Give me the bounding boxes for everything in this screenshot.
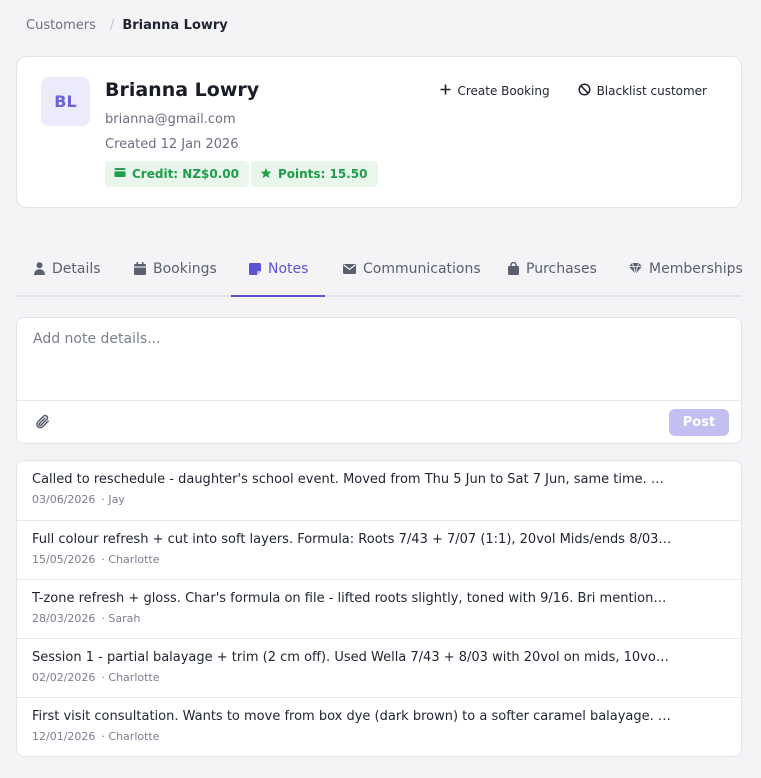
- note-text: Session 1 - partial balayage + trim (2 c…: [32, 650, 672, 665]
- note-author: · Charlotte: [101, 730, 160, 743]
- note-date: 12/01/2026: [32, 730, 96, 743]
- note-author: · Sarah: [101, 612, 141, 625]
- tab-memberships-label: Memberships: [649, 260, 743, 277]
- notes-list: Called to reschedule - daughter's school…: [16, 460, 742, 757]
- customer-profile-card: BL Brianna Lowry brianna@gmail.com Creat…: [16, 56, 742, 208]
- tab-notes-label: Notes: [268, 260, 309, 277]
- breadcrumb-customers-link[interactable]: Customers: [26, 18, 96, 33]
- note-text: Called to reschedule - daughter's school…: [32, 472, 672, 487]
- note-icon: [249, 262, 261, 275]
- blacklist-customer-button[interactable]: Blacklist customer: [578, 83, 707, 99]
- customer-email: brianna@gmail.com: [105, 112, 236, 127]
- list-item[interactable]: Session 1 - partial balayage + trim (2 c…: [17, 638, 741, 697]
- note-meta: 12/01/2026 · Charlotte: [32, 730, 726, 743]
- tab-details[interactable]: Details: [34, 240, 101, 297]
- note-date: 03/06/2026: [32, 493, 96, 506]
- note-meta: 15/05/2026 · Charlotte: [32, 553, 726, 566]
- customer-name: Brianna Lowry: [105, 79, 260, 101]
- note-date: 15/05/2026: [32, 553, 96, 566]
- list-item[interactable]: Called to reschedule - daughter's school…: [17, 461, 741, 520]
- ban-icon: [578, 83, 591, 99]
- list-item[interactable]: T-zone refresh + gloss. Char's formula o…: [17, 579, 741, 638]
- note-date: 28/03/2026: [32, 612, 96, 625]
- tab-bookings[interactable]: Bookings: [134, 240, 217, 297]
- note-editor: Post: [16, 317, 742, 444]
- avatar: BL: [41, 77, 90, 126]
- shopping-bag-icon: [508, 262, 519, 275]
- points-badge: Points: 15.50: [250, 161, 378, 187]
- breadcrumb: Customers / Brianna Lowry: [26, 18, 228, 33]
- user-icon: [34, 262, 45, 275]
- tab-details-label: Details: [52, 260, 101, 277]
- points-label: Points: 15.50: [277, 167, 368, 181]
- customer-created-date: Created 12 Jan 2026: [105, 137, 239, 152]
- diamond-icon: [629, 263, 642, 274]
- note-text: T-zone refresh + gloss. Char's formula o…: [32, 591, 672, 606]
- wallet-icon: [114, 167, 126, 181]
- note-date: 02/02/2026: [32, 671, 96, 684]
- list-item[interactable]: Full colour refresh + cut into soft laye…: [17, 520, 741, 579]
- paperclip-icon[interactable]: [35, 413, 51, 434]
- envelope-icon: [343, 263, 356, 274]
- tab-notes[interactable]: Notes: [249, 240, 308, 297]
- active-tab-indicator: [231, 295, 325, 297]
- customer-tabs: Details Bookings Notes Communications Pu…: [16, 240, 743, 297]
- note-meta: 28/03/2026 · Sarah: [32, 612, 726, 625]
- blacklist-label: Blacklist customer: [596, 84, 707, 98]
- star-icon: [260, 167, 272, 182]
- note-text: Full colour refresh + cut into soft laye…: [32, 532, 672, 547]
- credit-label: Credit: NZ$0.00: [132, 167, 239, 181]
- post-note-button[interactable]: Post: [669, 409, 729, 436]
- tab-communications-label: Communications: [363, 260, 481, 277]
- note-editor-footer: Post: [17, 400, 741, 444]
- note-details-input[interactable]: [17, 318, 741, 400]
- note-meta: 02/02/2026 · Charlotte: [32, 671, 726, 684]
- create-booking-label: Create Booking: [457, 84, 550, 98]
- calendar-icon: [134, 262, 146, 275]
- tab-purchases-label: Purchases: [526, 260, 597, 277]
- note-text: First visit consultation. Wants to move …: [32, 709, 672, 724]
- tab-communications[interactable]: Communications: [343, 240, 481, 297]
- breadcrumb-current: Brianna Lowry: [122, 18, 228, 33]
- credit-badge: Credit: NZ$0.00: [105, 161, 249, 187]
- tab-purchases[interactable]: Purchases: [508, 240, 597, 297]
- plus-icon: [440, 84, 451, 98]
- breadcrumb-separator: /: [109, 18, 115, 33]
- tab-memberships[interactable]: Memberships: [629, 240, 743, 297]
- list-item[interactable]: First visit consultation. Wants to move …: [17, 697, 741, 756]
- tab-bookings-label: Bookings: [153, 260, 217, 277]
- note-author: · Charlotte: [101, 553, 160, 566]
- note-author: · Jay: [101, 493, 125, 506]
- create-booking-button[interactable]: Create Booking: [440, 83, 550, 99]
- customer-actions: Create Booking Blacklist customer: [440, 83, 707, 99]
- note-author: · Charlotte: [101, 671, 160, 684]
- customer-badges: Credit: NZ$0.00 Points: 15.50: [105, 161, 378, 187]
- note-meta: 03/06/2026 · Jay: [32, 493, 726, 506]
